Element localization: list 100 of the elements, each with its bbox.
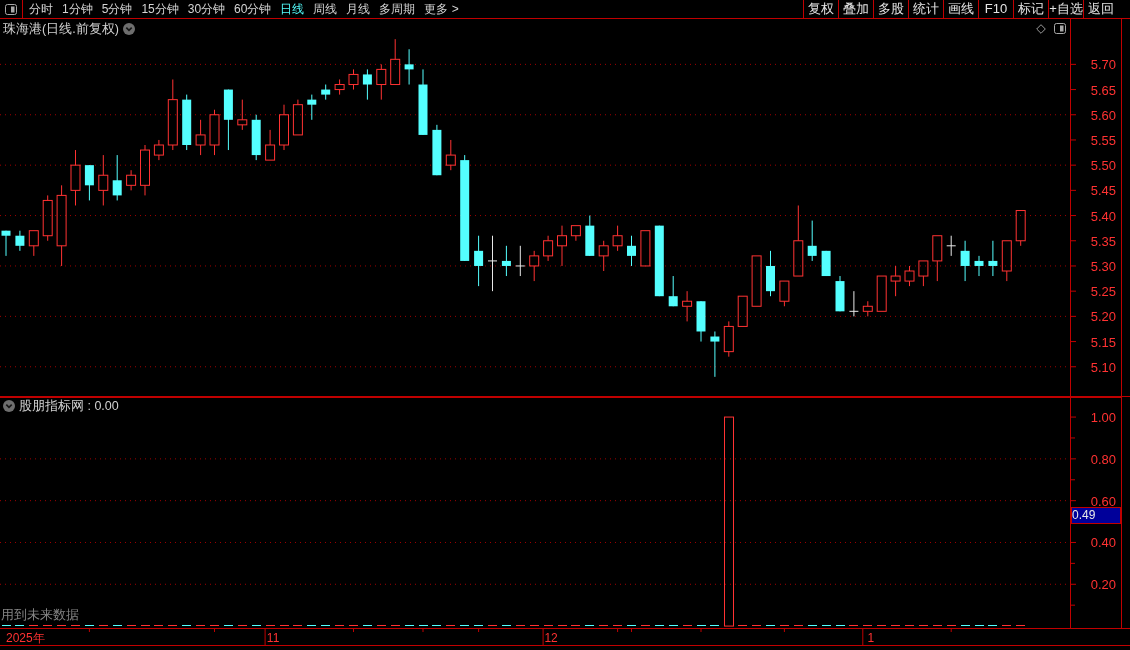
period-tab[interactable]: 30分钟 — [187, 0, 226, 18]
split-square-icon[interactable] — [1054, 23, 1066, 34]
indicator-bar — [571, 625, 580, 626]
candle — [612, 225, 623, 252]
candle — [932, 235, 943, 282]
indicator-bar — [697, 625, 706, 626]
price-axis-label: 5.10 — [1090, 359, 1116, 375]
indicator-bar — [15, 625, 24, 626]
candle — [1015, 210, 1026, 247]
candle — [988, 240, 998, 277]
period-tab[interactable]: 更多 > — [424, 0, 459, 18]
indicator-bar — [127, 625, 136, 626]
indicator-bar — [321, 625, 330, 626]
indicator-axis-label: 0.60 — [1090, 493, 1116, 509]
candle — [126, 169, 137, 191]
candle — [445, 139, 456, 171]
period-tab[interactable]: 1分钟 — [62, 0, 93, 18]
chevron-down-icon[interactable] — [122, 22, 135, 35]
candle — [501, 245, 511, 277]
indicator-bar — [224, 625, 233, 626]
indicator-bar — [488, 625, 497, 626]
candle — [570, 225, 581, 242]
toolbar-button[interactable]: 统计 — [908, 0, 943, 18]
chart-title: 珠海港(日线.前复权) — [3, 20, 119, 37]
candle — [1, 230, 11, 257]
toolbar-button[interactable]: 标记 — [1013, 0, 1048, 18]
candle — [195, 119, 206, 156]
indicator-bar — [669, 625, 678, 626]
indicator-bar — [863, 625, 872, 626]
candle — [640, 230, 651, 267]
candle — [890, 265, 901, 297]
candle — [487, 235, 498, 292]
indicator-bar — [460, 625, 469, 626]
candle — [766, 250, 775, 297]
candle — [696, 300, 706, 343]
indicator-note: 用到未来数据 — [1, 608, 79, 622]
price-axis-label: 5.20 — [1090, 309, 1116, 325]
candle — [515, 245, 526, 277]
split-square-icon[interactable] — [5, 3, 17, 15]
period-tab[interactable]: 60分钟 — [234, 0, 272, 18]
indicator-bar — [891, 625, 900, 626]
diamond-icon[interactable] — [1036, 23, 1046, 34]
indicator-bar — [182, 625, 191, 626]
period-tab[interactable]: 周线 — [313, 0, 338, 18]
indicator-bar — [349, 625, 358, 626]
candle — [598, 240, 609, 272]
candle — [627, 235, 636, 267]
toolbar-button[interactable]: 返回 — [1083, 0, 1118, 18]
indicator-axis-label: 1.00 — [1090, 410, 1116, 426]
indicator-bar — [516, 625, 525, 626]
candle — [946, 235, 957, 257]
candle — [529, 250, 540, 282]
candle — [265, 129, 276, 161]
candle — [876, 275, 887, 312]
indicator-bar — [1002, 625, 1011, 626]
indicator-bar — [822, 625, 831, 626]
candle — [112, 154, 122, 201]
value-marker: 0.49 — [1071, 507, 1121, 524]
price-axis-label: 5.60 — [1090, 107, 1116, 123]
candle — [167, 79, 178, 151]
indicator-bar — [558, 625, 567, 626]
toolbar-button[interactable]: F10 — [978, 0, 1013, 18]
candle — [474, 235, 484, 287]
period-tab[interactable]: 月线 — [346, 0, 371, 18]
period-tab[interactable]: 15分钟 — [141, 0, 179, 18]
indicator-bar — [168, 625, 177, 626]
candle — [70, 149, 81, 206]
indicator-bar — [154, 625, 163, 626]
toolbar-button[interactable]: +自选 — [1048, 0, 1083, 18]
period-tab[interactable]: 分时 — [29, 0, 53, 18]
indicator-bar — [627, 625, 636, 626]
candle — [723, 320, 734, 358]
indicator-bar — [432, 625, 441, 626]
toolbar-button[interactable]: 复权 — [803, 0, 838, 18]
price-axis-label: 5.65 — [1090, 82, 1116, 98]
period-tab[interactable]: 日线 — [280, 0, 305, 18]
indicator-bar — [43, 625, 52, 626]
period-tab[interactable]: 5分钟 — [101, 0, 133, 18]
indicator-bar — [280, 625, 289, 626]
candle — [251, 114, 261, 161]
candle — [182, 94, 192, 151]
time-axis-year-label: 2025年 — [6, 631, 45, 645]
indicator-bar — [363, 625, 372, 626]
indicator-bar — [29, 625, 38, 626]
indicator-bar — [446, 625, 455, 626]
indicator-bar — [641, 625, 650, 626]
indicator-bar — [849, 625, 858, 626]
price-axis-label: 5.35 — [1090, 233, 1116, 249]
period-tab[interactable]: 多周期 — [379, 0, 416, 18]
toolbar-button[interactable]: 画线 — [943, 0, 978, 18]
price-axis-label: 5.25 — [1090, 284, 1116, 300]
toolbar-button[interactable]: 多股 — [873, 0, 908, 18]
toolbar-button[interactable]: 叠加 — [838, 0, 873, 18]
chevron-down-icon[interactable] — [3, 400, 15, 412]
indicator-bar — [544, 625, 553, 626]
indicator-header: 股朋指标网 : 0.00 — [19, 398, 119, 414]
candle — [321, 84, 331, 101]
candle — [432, 124, 442, 176]
candle — [807, 220, 817, 262]
indicator-bar — [655, 625, 664, 626]
